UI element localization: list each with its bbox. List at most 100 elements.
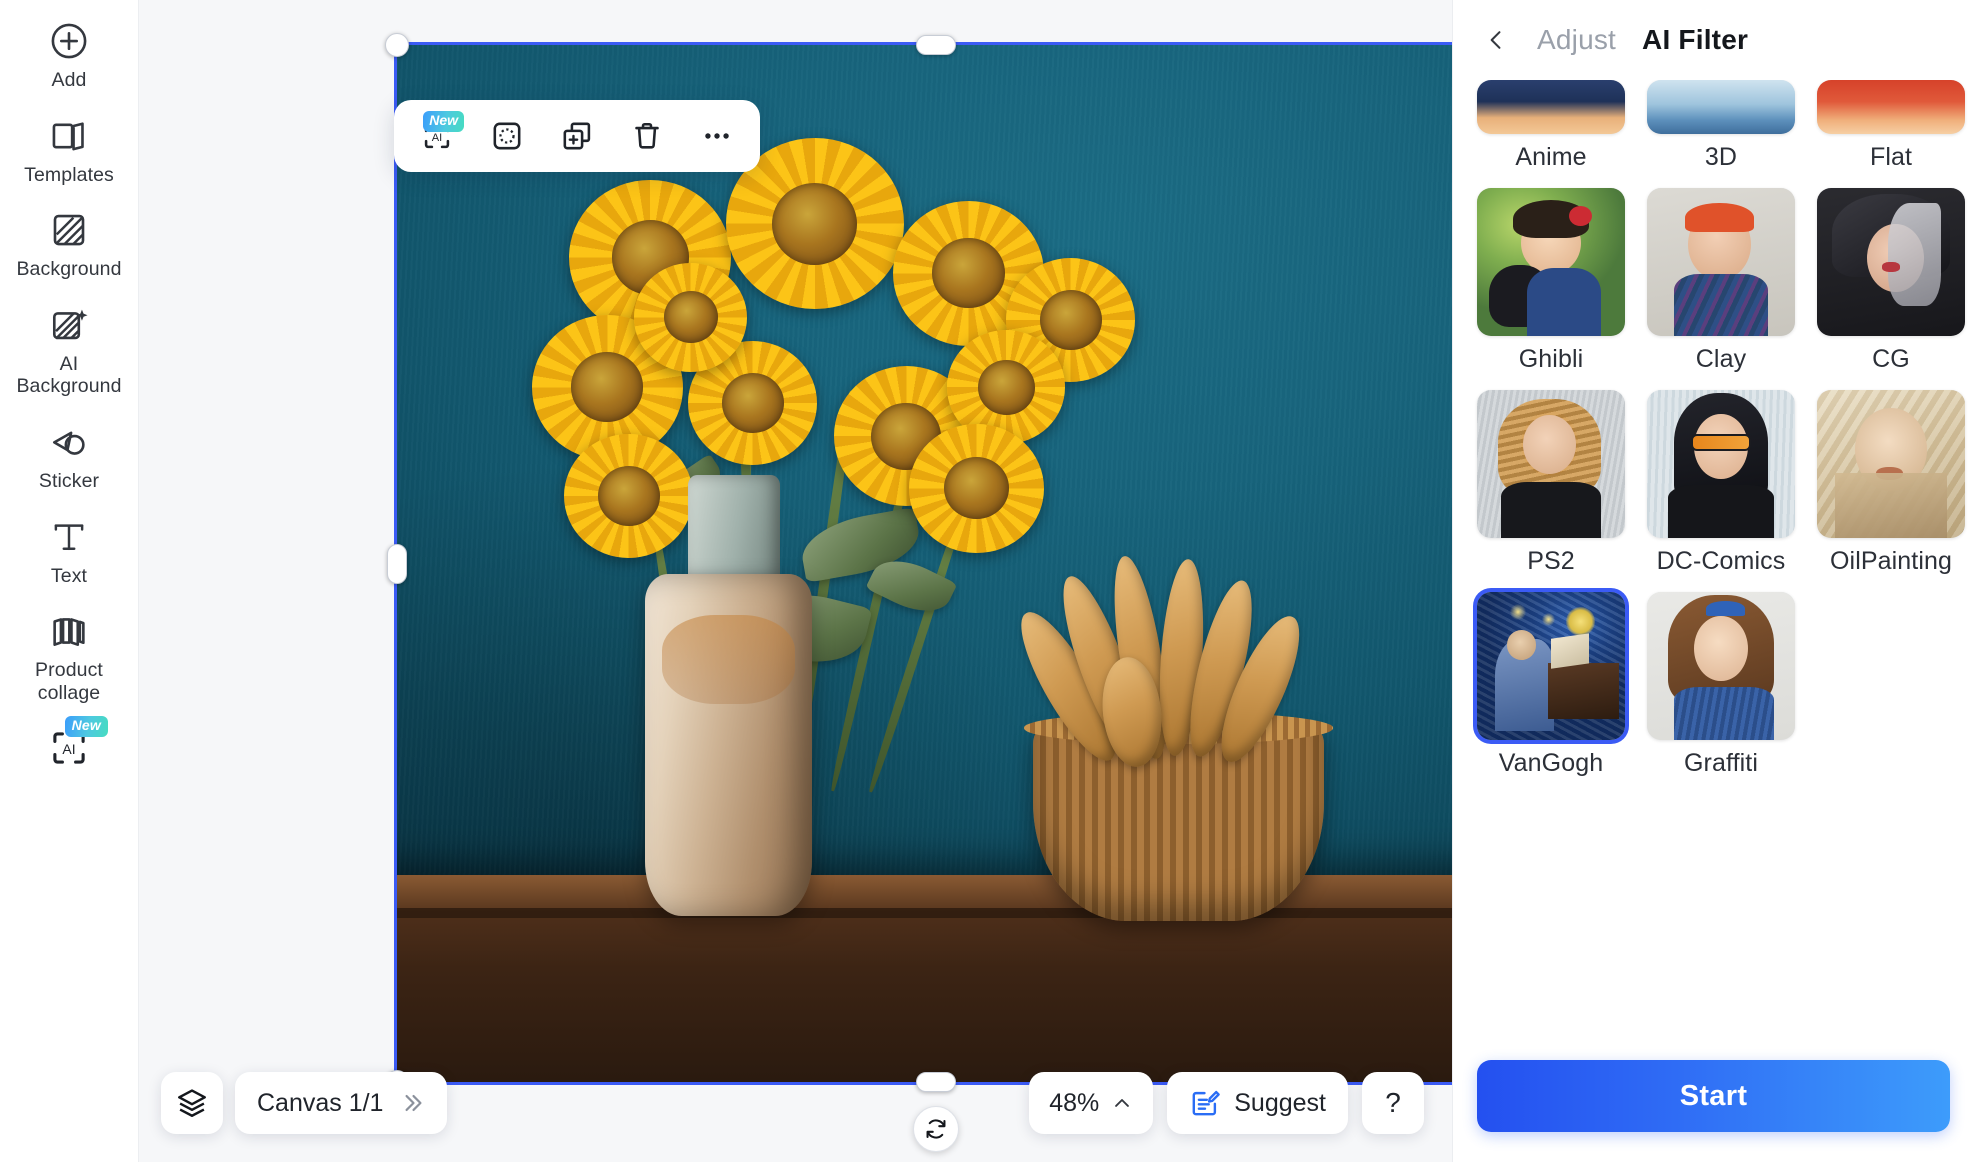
filter-item-ps2[interactable]: PS2 [1477, 390, 1625, 576]
filter-thumbnail [1647, 390, 1795, 538]
sidebar-item-ai-background[interactable]: AI Background [9, 302, 129, 398]
sidebar-item-label-line1: Product [35, 659, 103, 682]
tab-ai-filter[interactable]: AI Filter [1642, 24, 1748, 56]
filter-item-flat[interactable]: Flat [1817, 80, 1965, 172]
filter-item-oilpainting[interactable]: OilPainting [1817, 390, 1965, 576]
canvas-selector[interactable]: Canvas 1/1 [235, 1072, 448, 1134]
sidebar-item-product-collage[interactable]: Product collage [9, 608, 129, 704]
sidebar-item-label-line1: AI [59, 352, 79, 375]
canvas-image-sunflowers-bread [397, 45, 1452, 1082]
sticker-icon [46, 419, 92, 465]
cutout-tool-button[interactable] [482, 111, 532, 161]
filter-thumbnail [1817, 80, 1965, 134]
delete-tool-button[interactable] [622, 111, 672, 161]
resize-handle-left[interactable] [387, 543, 407, 584]
zoom-control[interactable]: 48% [1029, 1072, 1154, 1134]
sidebar-item-label: AI Background [16, 353, 121, 398]
new-badge: New [64, 716, 108, 737]
filter-thumbnail [1477, 390, 1625, 538]
filter-thumbnail [1477, 592, 1625, 740]
filter-list-scroll[interactable]: Anime 3D Flat Ghibli Clay CG PS2 DC-Comi… [1453, 80, 1974, 1040]
suggest-button[interactable]: Suggest [1167, 1072, 1348, 1134]
suggest-label: Suggest [1234, 1088, 1326, 1117]
sidebar-item-label: Background [16, 258, 122, 281]
text-icon [46, 514, 92, 560]
filter-label: CG [1872, 345, 1910, 373]
right-panel: Adjust AI Filter Anime 3D Flat Ghibli Cl… [1452, 0, 1974, 1162]
svg-text:AI: AI [432, 132, 442, 144]
left-sidebar: Add Templates Background AI Background S… [0, 0, 139, 1162]
filter-item-anime[interactable]: Anime [1477, 80, 1625, 172]
bottom-left-controls: Canvas 1/1 [161, 1072, 448, 1134]
right-panel-header: Adjust AI Filter [1453, 0, 1974, 80]
double-chevron-right-icon [405, 1094, 423, 1112]
chevron-up-icon [1115, 1099, 1130, 1107]
sidebar-item-sticker[interactable]: Sticker [9, 419, 129, 493]
filter-label: Anime [1515, 143, 1587, 171]
filter-label: Graffiti [1684, 749, 1758, 777]
filter-item-ghibli[interactable]: Ghibli [1477, 188, 1625, 374]
rotate-handle[interactable] [913, 1106, 959, 1152]
ai-scan-icon: AI New [46, 716, 108, 771]
sidebar-item-label: Add [51, 69, 87, 91]
filter-item-graffiti[interactable]: Graffiti [1647, 592, 1795, 778]
filter-item-dc-comics[interactable]: DC-Comics [1647, 390, 1795, 576]
filter-thumbnail [1477, 188, 1625, 336]
start-button-container: Start [1453, 1040, 1974, 1162]
sidebar-item-templates[interactable]: Templates [9, 113, 129, 187]
filter-thumbnail [1817, 390, 1965, 538]
svg-text:AI: AI [62, 742, 75, 758]
background-hatch-icon [46, 207, 92, 253]
tab-adjust[interactable]: Adjust [1537, 24, 1616, 56]
rotate-icon [926, 1119, 946, 1139]
sidebar-item-add[interactable]: Add [9, 18, 129, 92]
resize-handle-top[interactable] [916, 35, 956, 55]
help-label: ? [1385, 1087, 1401, 1118]
sidebar-item-label: Sticker [38, 470, 100, 493]
sidebar-item-ai-tool[interactable]: AI New [9, 716, 129, 771]
selected-object-wrapper[interactable]: AI New [385, 33, 1452, 1152]
start-button[interactable]: Start [1477, 1060, 1950, 1132]
filter-label: Clay [1695, 345, 1747, 373]
back-button[interactable] [1481, 25, 1511, 55]
filter-item-cg[interactable]: CG [1817, 188, 1965, 374]
product-collage-icon [46, 608, 92, 654]
object-toolbar[interactable]: AI New [394, 100, 760, 172]
filter-label: PS2 [1527, 547, 1575, 575]
layers-icon [178, 1089, 206, 1117]
sidebar-item-label: Templates [24, 163, 114, 186]
more-tool-button[interactable] [692, 111, 742, 161]
resize-handle-bottom[interactable] [916, 1072, 956, 1092]
filter-item-clay[interactable]: Clay [1647, 188, 1795, 374]
resize-handle-top-left[interactable] [385, 33, 409, 57]
sidebar-item-label-line2: Background [16, 375, 122, 398]
sidebar-item-text[interactable]: Text [9, 514, 129, 588]
new-badge: New [423, 111, 464, 132]
filter-thumbnail [1477, 80, 1625, 134]
filter-label: OilPainting [1830, 547, 1952, 575]
artboard[interactable] [394, 42, 1452, 1085]
app-root: Add Templates Background AI Background S… [0, 0, 1974, 1162]
ai-tool-button[interactable]: AI New [412, 111, 464, 161]
filter-grid-partial-row: Anime 3D Flat [1477, 80, 1965, 172]
zoom-value: 48% [1049, 1088, 1100, 1117]
duplicate-tool-button[interactable] [552, 111, 602, 161]
filter-item-3d[interactable]: 3D [1647, 80, 1795, 172]
filter-thumbnail [1817, 188, 1965, 336]
trash-icon [635, 122, 659, 149]
canvas-label: Canvas 1/1 [257, 1088, 384, 1117]
filter-thumbnail [1647, 80, 1795, 134]
filter-label: VanGogh [1498, 749, 1604, 777]
sidebar-item-label: Product collage [35, 659, 103, 704]
help-button[interactable]: ? [1362, 1072, 1424, 1134]
ai-background-icon [46, 302, 92, 348]
sidebar-item-background[interactable]: Background [9, 207, 129, 281]
filter-item-vangogh[interactable]: VanGogh [1477, 592, 1625, 778]
filter-label: Ghibli [1518, 345, 1584, 373]
layers-button[interactable] [161, 1072, 223, 1134]
bottom-right-controls: 48% Suggest ? [1029, 1072, 1424, 1134]
canvas-area[interactable]: AI New Canvas 1/1 48% Suggest ? [139, 0, 1452, 1162]
sidebar-item-label: Text [50, 564, 88, 587]
sidebar-item-label-line2: collage [37, 681, 101, 704]
suggest-edit-icon [1192, 1090, 1221, 1116]
